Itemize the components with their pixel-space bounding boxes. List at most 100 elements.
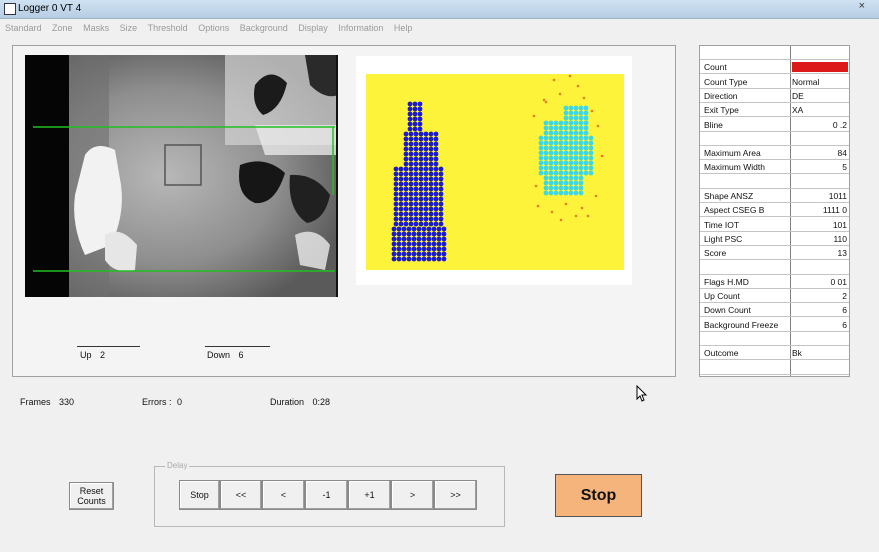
table-row-value: 5 — [842, 162, 847, 173]
table-row: Light PSC 110 — [700, 232, 849, 246]
table-row-label: Aspect CSEG B — [704, 205, 765, 216]
blob-blue-dot — [413, 181, 419, 187]
blob-blue-dot — [417, 121, 423, 127]
blob-cyan-dot — [543, 125, 549, 131]
blob-cyan-dot — [573, 130, 579, 136]
blob-blue-dot — [408, 206, 414, 212]
blob-cyan-dot — [578, 145, 584, 151]
blob-blue-dot — [418, 176, 424, 182]
blob-cyan-dot — [568, 125, 574, 131]
blob-blue-dot — [428, 206, 434, 212]
blob-cyan-dot — [553, 150, 559, 156]
blob-cyan-dot — [553, 185, 559, 191]
playback-group-caption: Delay — [165, 461, 190, 470]
blob-blue-dot — [413, 166, 419, 172]
menu-size[interactable]: Size — [120, 23, 138, 33]
blob-blue-dot — [423, 201, 429, 207]
table-row-label: Down Count — [704, 305, 751, 316]
blob-orange-dot — [536, 204, 540, 208]
blob-cyan-dot — [543, 180, 549, 186]
blob-blue-dot — [406, 256, 412, 262]
blob-blue-dot — [393, 176, 399, 182]
rewind-button[interactable]: < — [262, 480, 305, 510]
blob-cyan-dot — [543, 130, 549, 136]
blob-blue-dot — [413, 151, 419, 157]
blob-blue-dot — [393, 196, 399, 202]
duration-status: Duration 0:28 — [270, 397, 330, 407]
blob-cyan-dot — [543, 145, 549, 151]
menu-masks[interactable]: Masks — [83, 23, 109, 33]
blob-blue-dot — [413, 161, 419, 167]
table-row: Shape ANSZ 1011 — [700, 189, 849, 203]
blob-cyan-dot — [578, 105, 584, 111]
blob-blue-dot — [398, 181, 404, 187]
step-forward-button[interactable]: +1 — [348, 480, 391, 510]
table-row — [700, 132, 849, 146]
blob-blue-dot — [441, 251, 447, 257]
stop-button[interactable]: Stop — [555, 474, 642, 517]
menu-background[interactable]: Background — [240, 23, 288, 33]
blob-cyan-dot — [573, 110, 579, 116]
blob-blue-dot — [441, 246, 447, 252]
menu-zone[interactable]: Zone — [52, 23, 73, 33]
blob-cyan-dot — [578, 130, 584, 136]
blob-blue-dot — [433, 211, 439, 217]
down-value: 6 — [238, 350, 244, 360]
blob-blue-dot — [412, 126, 418, 132]
blob-blue-dot — [408, 211, 414, 217]
blob-blue-dot — [413, 171, 419, 177]
menu-display[interactable]: Display — [298, 23, 328, 33]
step-back-button[interactable]: -1 — [305, 480, 348, 510]
table-row: Outcome Bk — [700, 346, 849, 361]
table-row-label: Exit Type — [704, 105, 739, 116]
blob-blue-dot — [431, 231, 437, 237]
blob-blue-dot — [428, 176, 434, 182]
blob-blue-dot — [407, 101, 413, 107]
blob-blue-dot — [428, 151, 434, 157]
table-row-value: 6 — [842, 305, 847, 316]
blob-cyan-dot — [583, 105, 589, 111]
blob-cyan-dot — [578, 125, 584, 131]
menu-help[interactable]: Help — [394, 23, 413, 33]
blob-blue-dot — [416, 226, 422, 232]
blob-cyan-dot — [563, 175, 569, 181]
blob-cyan-dot — [558, 185, 564, 191]
blob-cyan-dot — [563, 110, 569, 116]
blob-blue-dot — [403, 216, 409, 222]
blob-cyan-dot — [553, 135, 559, 141]
reset-counts-button[interactable]: Reset Counts — [69, 482, 114, 510]
blob-blue-dot — [438, 216, 444, 222]
rewind-fast-button[interactable]: << — [220, 480, 262, 510]
forward-fast-button[interactable]: >> — [434, 480, 477, 510]
blob-blue-dot — [408, 171, 414, 177]
blob-blue-dot — [417, 111, 423, 117]
blob-blue-dot — [398, 166, 404, 172]
blob-cyan-dot — [588, 160, 594, 166]
table-row-value: 1011 — [828, 191, 847, 201]
menu-information[interactable]: Information — [338, 23, 383, 33]
blob-cyan-dot — [573, 175, 579, 181]
menu-standard[interactable]: Standard — [5, 23, 42, 33]
blob-blue-dot — [418, 151, 424, 157]
blob-blue-dot — [428, 141, 434, 147]
blob-blue-dot — [416, 251, 422, 257]
close-icon[interactable]: × — [859, 0, 865, 12]
blob-cyan-dot — [583, 120, 589, 126]
table-row-label: Time IOT — [704, 219, 740, 230]
blob-cyan-dot — [543, 170, 549, 176]
blob-cyan-dot — [558, 175, 564, 181]
menu-threshold[interactable]: Threshold — [148, 23, 188, 33]
blob-cyan-dot — [578, 150, 584, 156]
blob-cyan-dot — [543, 185, 549, 191]
blob-cyan-dot — [558, 145, 564, 151]
blob-blue-dot — [416, 241, 422, 247]
blob-blue-dot — [396, 231, 402, 237]
menu-options[interactable]: Options — [198, 23, 229, 33]
blob-blue-dot — [411, 226, 417, 232]
blob-blue-dot — [416, 256, 422, 262]
table-row-value: 6 — [842, 319, 847, 330]
blob-cyan-dot — [583, 115, 589, 121]
playback-stop-button[interactable]: Stop — [179, 480, 220, 510]
blob-blue-dot — [403, 211, 409, 217]
forward-button[interactable]: > — [391, 480, 434, 510]
